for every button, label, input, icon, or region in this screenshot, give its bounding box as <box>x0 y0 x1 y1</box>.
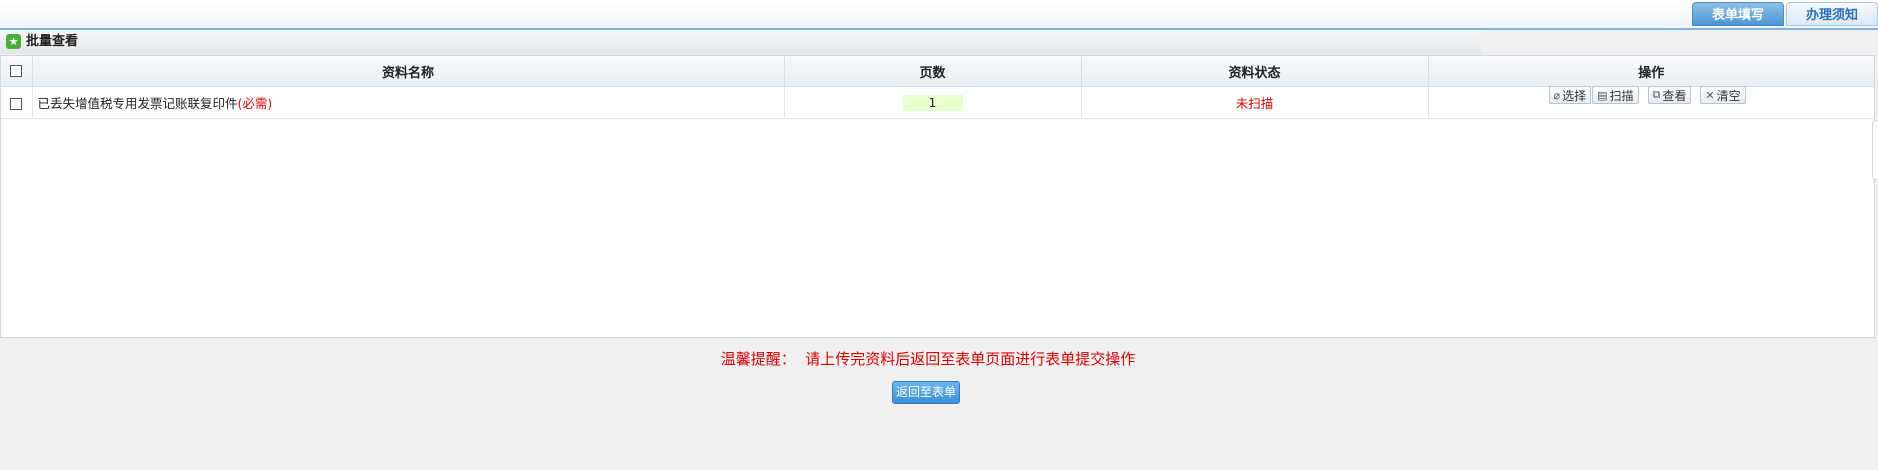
tab-instructions[interactable]: 办理须知 <box>1786 2 1878 26</box>
actions-cell: ⌀ 选择 ▤ 扫描 ⧉ 查看 ✕ 清空 <box>1428 86 1874 119</box>
view-button-label: 查看 <box>1662 88 1687 103</box>
side-collapse-handle[interactable] <box>1872 120 1878 180</box>
clear-button[interactable]: ✕ 清空 <box>1700 86 1746 104</box>
select-all-cell <box>1 56 33 87</box>
reminder-notice: 温馨提醒： 请上传完资料后返回至表单页面进行表单提交操作 <box>720 350 1136 368</box>
batch-view-label[interactable]: 批量查看 <box>26 33 78 51</box>
required-tag: (必需) <box>237 96 273 111</box>
top-tab-bar: 表单填写 办理须知 <box>0 0 1878 30</box>
column-header-pages: 页数 <box>784 56 1082 87</box>
clear-button-label: 清空 <box>1716 88 1741 103</box>
document-table: 资料名称 页数 资料状态 操作 已丢失增值税专用发票记账联复印件(必需) 1 未… <box>1 56 1874 119</box>
column-header-status: 资料状态 <box>1081 56 1429 87</box>
view-button[interactable]: ⧉ 查看 <box>1647 86 1692 104</box>
clear-icon: ✕ <box>1705 88 1715 102</box>
select-button-label: 选择 <box>1562 88 1587 103</box>
table-row: 已丢失增值税专用发票记账联复印件(必需) 1 未扫描 ⌀ 选择 ▤ 扫描 ⧉ 查看 ✕ 清… <box>1 86 1874 119</box>
row-checkbox[interactable] <box>10 97 23 110</box>
document-grid: 资料名称 页数 资料状态 操作 已丢失增值税专用发票记账联复印件(必需) 1 未… <box>0 55 1875 338</box>
select-all-checkbox[interactable] <box>10 65 23 77</box>
batch-view-bar: ★ 批量查看 <box>0 30 1481 54</box>
view-icon: ⧉ <box>1652 88 1661 101</box>
scanner-icon: ▤ <box>1597 88 1608 102</box>
column-header-name: 资料名称 <box>32 56 785 87</box>
scan-button[interactable]: ▤ 扫描 <box>1592 86 1639 104</box>
star-icon[interactable]: ★ <box>6 34 21 49</box>
select-button[interactable]: ⌀ 选择 <box>1548 86 1592 104</box>
page-count: 1 <box>902 94 963 111</box>
page-count-cell: 1 <box>784 86 1082 119</box>
tab-form-fill[interactable]: 表单填写 <box>1692 2 1784 26</box>
document-name-cell: 已丢失增值税专用发票记账联复印件(必需) <box>32 86 785 119</box>
document-name: 已丢失增值税专用发票记账联复印件 <box>37 96 238 111</box>
row-select-cell <box>1 86 33 119</box>
document-status: 未扫描 <box>1081 86 1429 119</box>
return-to-form-button[interactable]: 返回至表单 <box>892 381 960 404</box>
column-header-actions: 操作 <box>1428 56 1874 87</box>
paperclip-icon: ⌀ <box>1553 88 1561 102</box>
table-header-row: 资料名称 页数 资料状态 操作 <box>1 56 1874 87</box>
scan-button-label: 扫描 <box>1609 88 1634 103</box>
